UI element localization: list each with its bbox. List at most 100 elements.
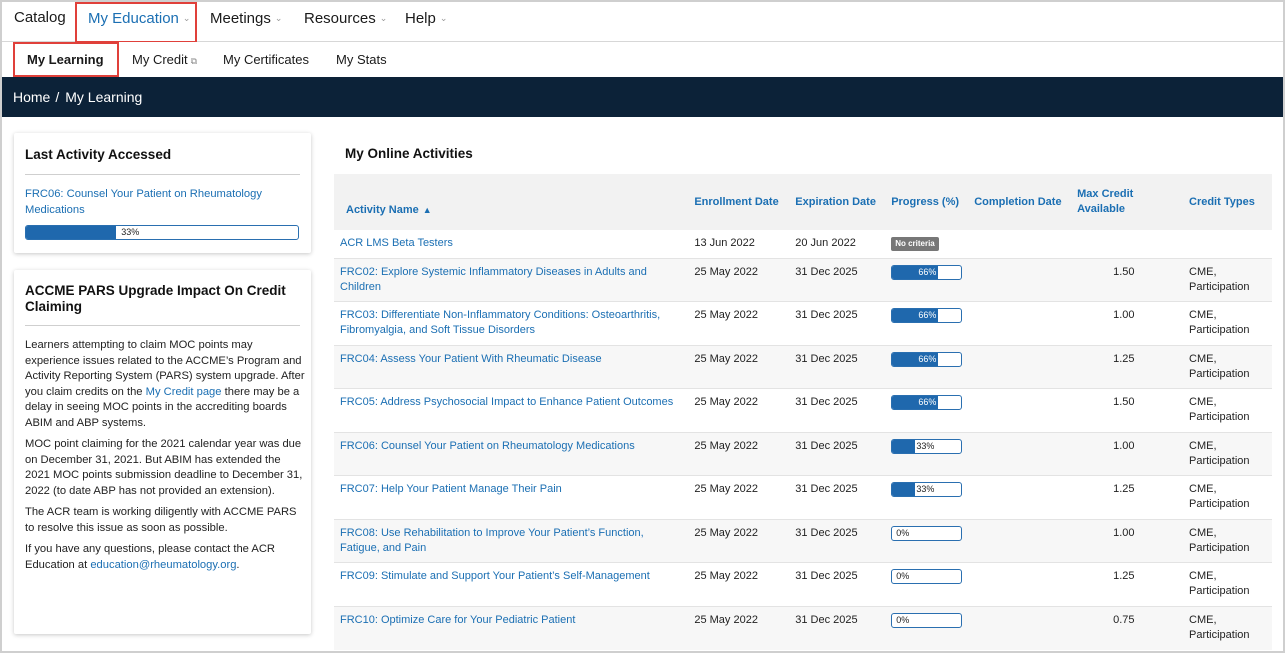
divider — [25, 325, 300, 326]
progress-label: 0% — [896, 614, 910, 625]
max-credit-cell: 1.25 — [1071, 562, 1181, 606]
progress-label: 66% — [918, 397, 937, 407]
max-credit-cell: 1.00 — [1071, 431, 1181, 476]
email-link[interactable]: education@rheumatology.org — [90, 559, 236, 571]
table-row: ACR LMS Beta Testers 13 Jun 2022 20 Jun 20… — [334, 230, 1272, 258]
progress-label: 33% — [121, 227, 140, 237]
column-progress[interactable]: Progress (%) — [885, 174, 969, 230]
table-row: FRC07: Help Your Patient Manage Their Pa… — [334, 475, 1272, 519]
credit-types-cell: CME, Participation — [1181, 388, 1272, 432]
notice-title: ACCME PARS Upgrade Impact On Credit Clai… — [25, 283, 286, 314]
activity-link[interactable]: FRC08: Use Rehabilitation to Improve You… — [340, 527, 644, 554]
credit-types-cell: CME, Participation — [1181, 257, 1272, 302]
subnav-my-stats[interactable]: My Stats — [336, 42, 387, 77]
credit-types-cell: CME, Participation — [1181, 605, 1272, 650]
activity-name-cell: FRC03: Differentiate Non-Inflammatory Co… — [334, 301, 689, 345]
chevron-down-icon: ⌄ — [439, 13, 448, 23]
activity-name-cell: FRC04: Assess Your Patient With Rheumati… — [334, 344, 689, 389]
column-activity-name[interactable]: Activity Name ▲ — [334, 174, 689, 230]
table-row: FRC08: Use Rehabilitation to Improve You… — [334, 518, 1272, 563]
column-enrollment-date[interactable]: Enrollment Date — [688, 174, 790, 230]
activity-link[interactable]: FRC02: Explore Systemic Inflammatory Dis… — [340, 266, 647, 293]
completion-cell — [968, 562, 1072, 606]
max-credit-cell: 1.00 — [1071, 518, 1181, 563]
chevron-down-icon: ⌄ — [274, 13, 283, 23]
max-credit-cell: 1.50 — [1071, 257, 1181, 302]
nav-resources[interactable]: Resources ⌄ — [304, 2, 387, 42]
table-row: FRC03: Differentiate Non-Inflammatory Co… — [334, 301, 1272, 345]
progress-bar: 33% — [891, 482, 963, 497]
subnav-my-certificates[interactable]: My Certificates — [223, 42, 309, 77]
progress-bar: 33% — [891, 438, 963, 454]
nav-help[interactable]: Help ⌄ — [405, 2, 447, 42]
enrollment-cell: 25 May 2022 — [688, 518, 790, 563]
activity-link[interactable]: FRC07: Help Your Patient Manage Their Pa… — [340, 483, 562, 495]
expiration-cell: 31 Dec 2025 — [789, 605, 886, 650]
progress-cell: 0% — [885, 518, 969, 563]
completion-cell — [968, 388, 1072, 432]
nav-meetings[interactable]: Meetings ⌄ — [210, 2, 282, 42]
progress-fill — [892, 483, 915, 496]
nav-catalog[interactable]: Catalog — [14, 2, 66, 42]
notice-paragraph: Learners attempting to claim MOC points … — [25, 339, 305, 429]
highlight-box — [13, 42, 119, 77]
last-activity-progress: 33% — [25, 225, 299, 240]
enrollment-cell: 25 May 2022 — [688, 344, 790, 389]
progress-label: 0% — [896, 571, 910, 581]
credit-types-cell: CME, Participation — [1181, 344, 1272, 389]
progress-fill — [26, 226, 116, 239]
progress-fill — [892, 439, 915, 453]
progress-cell: 66% — [885, 257, 969, 302]
breadcrumb-home[interactable]: Home — [13, 89, 50, 105]
column-expiration-date[interactable]: Expiration Date — [789, 174, 886, 230]
activity-link[interactable]: ACR LMS Beta Testers — [340, 237, 453, 249]
progress-bar: 0% — [891, 569, 963, 584]
activity-link[interactable]: FRC06: Counsel Your Patient on Rheumatol… — [340, 440, 635, 452]
enrollment-cell: 25 May 2022 — [688, 475, 790, 519]
progress-cell: 33% — [885, 475, 969, 519]
progress-bar: 0% — [891, 612, 963, 628]
expiration-cell: 31 Dec 2025 — [789, 388, 886, 432]
activity-link[interactable]: FRC04: Assess Your Patient With Rheumati… — [340, 353, 602, 365]
credit-types-cell: CME, Participation — [1181, 475, 1272, 519]
notice-card: ACCME PARS Upgrade Impact On Credit Clai… — [14, 270, 311, 634]
enrollment-cell: 25 May 2022 — [688, 301, 790, 345]
expiration-cell: 31 Dec 2025 — [789, 257, 886, 302]
enrollment-cell: 25 May 2022 — [688, 431, 790, 476]
notice-paragraph: MOC point claiming for the 2021 calendar… — [25, 438, 303, 497]
completion-cell — [968, 431, 1072, 476]
column-max-credit[interactable]: Max Credit Available — [1071, 174, 1181, 230]
my-credit-link[interactable]: My Credit page — [146, 386, 222, 398]
activity-name-cell: FRC02: Explore Systemic Inflammatory Dis… — [334, 257, 689, 302]
table-row: FRC06: Counsel Your Patient on Rheumatol… — [334, 431, 1272, 476]
activity-name-cell: FRC06: Counsel Your Patient on Rheumatol… — [334, 431, 689, 476]
column-credit-types[interactable]: Credit Types — [1181, 174, 1272, 230]
progress-label: 66% — [918, 266, 937, 277]
activity-name-cell: FRC05: Address Psychosocial Impact to En… — [334, 388, 689, 432]
max-credit-cell — [1071, 230, 1181, 258]
notice-body: Learners attempting to claim MOC points … — [25, 338, 305, 579]
activities-table: Activity Name ▲ Enrollment Date Expiratio… — [334, 174, 1272, 650]
completion-cell — [968, 518, 1072, 563]
completion-cell — [968, 257, 1072, 302]
activity-link[interactable]: FRC05: Address Psychosocial Impact to En… — [340, 396, 673, 408]
expiration-cell: 31 Dec 2025 — [789, 518, 886, 563]
expiration-cell: 31 Dec 2025 — [789, 475, 886, 519]
activity-link[interactable]: FRC10: Optimize Care for Your Pediatric … — [340, 614, 575, 626]
credit-types-cell: CME, Participation — [1181, 562, 1272, 606]
table-row: FRC04: Assess Your Patient With Rheumati… — [334, 344, 1272, 389]
progress-cell: 66% — [885, 344, 969, 389]
expiration-cell: 20 Jun 2022 — [795, 237, 856, 249]
expiration-cell: 31 Dec 2025 — [789, 431, 886, 476]
progress-cell: 66% — [885, 301, 969, 345]
column-completion-date[interactable]: Completion Date — [968, 174, 1072, 230]
max-credit-cell: 0.75 — [1071, 605, 1181, 650]
progress-bar: 66% — [891, 351, 963, 367]
subnav-my-credit[interactable]: My Credit ⧉ — [132, 42, 197, 77]
last-activity-link[interactable]: FRC06: Counsel Your Patient on Rheumatol… — [25, 187, 285, 218]
sub-navigation: My Learning My Credit ⧉ My Certificates M… — [2, 42, 1283, 77]
activity-link[interactable]: FRC09: Stimulate and Support Your Patien… — [340, 570, 650, 582]
activity-name-cell: FRC08: Use Rehabilitation to Improve You… — [334, 518, 689, 563]
progress-bar: 66% — [891, 308, 963, 323]
activity-link[interactable]: FRC03: Differentiate Non-Inflammatory Co… — [340, 309, 660, 336]
